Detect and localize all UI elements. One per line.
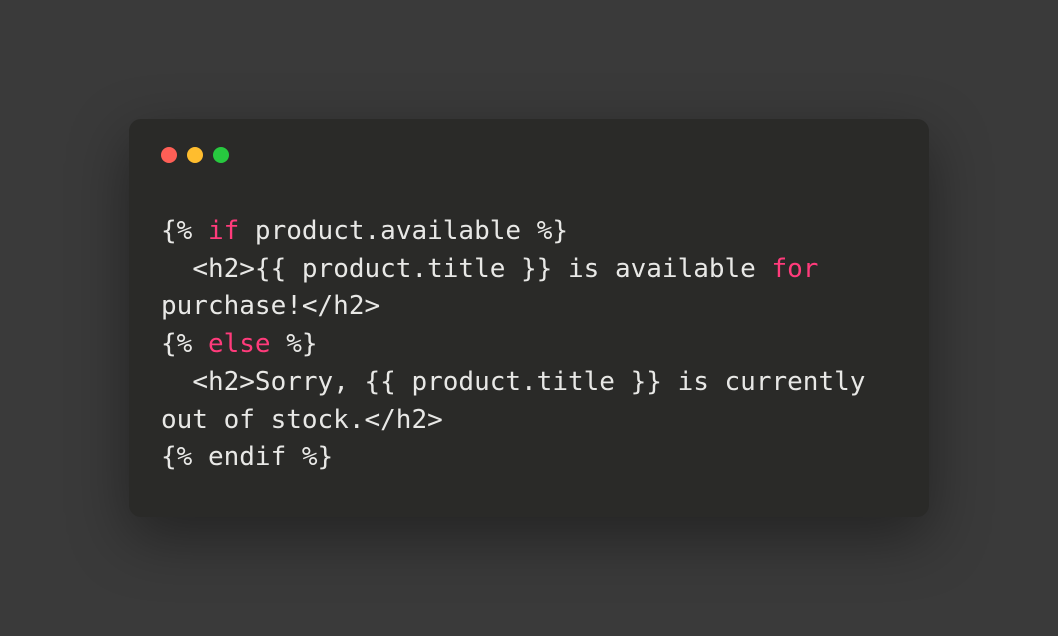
code-text: product.available %} xyxy=(239,216,568,246)
code-text: <h2>{{ product.title }} is available xyxy=(161,254,772,284)
code-text: {% xyxy=(161,216,208,246)
code-block: {% if product.available %} <h2>{{ produc… xyxy=(161,213,897,477)
keyword-if: if xyxy=(208,216,239,246)
maximize-icon[interactable] xyxy=(213,147,229,163)
code-window: {% if product.available %} <h2>{{ produc… xyxy=(129,119,929,517)
window-controls xyxy=(161,147,897,163)
minimize-icon[interactable] xyxy=(187,147,203,163)
code-text: <h2>Sorry, {{ product.title }} is curren… xyxy=(161,367,881,435)
code-text: {% xyxy=(161,329,208,359)
keyword-else: else xyxy=(208,329,271,359)
code-text: %} xyxy=(271,329,318,359)
close-icon[interactable] xyxy=(161,147,177,163)
code-text: {% endif %} xyxy=(161,442,333,472)
keyword-for: for xyxy=(772,254,819,284)
